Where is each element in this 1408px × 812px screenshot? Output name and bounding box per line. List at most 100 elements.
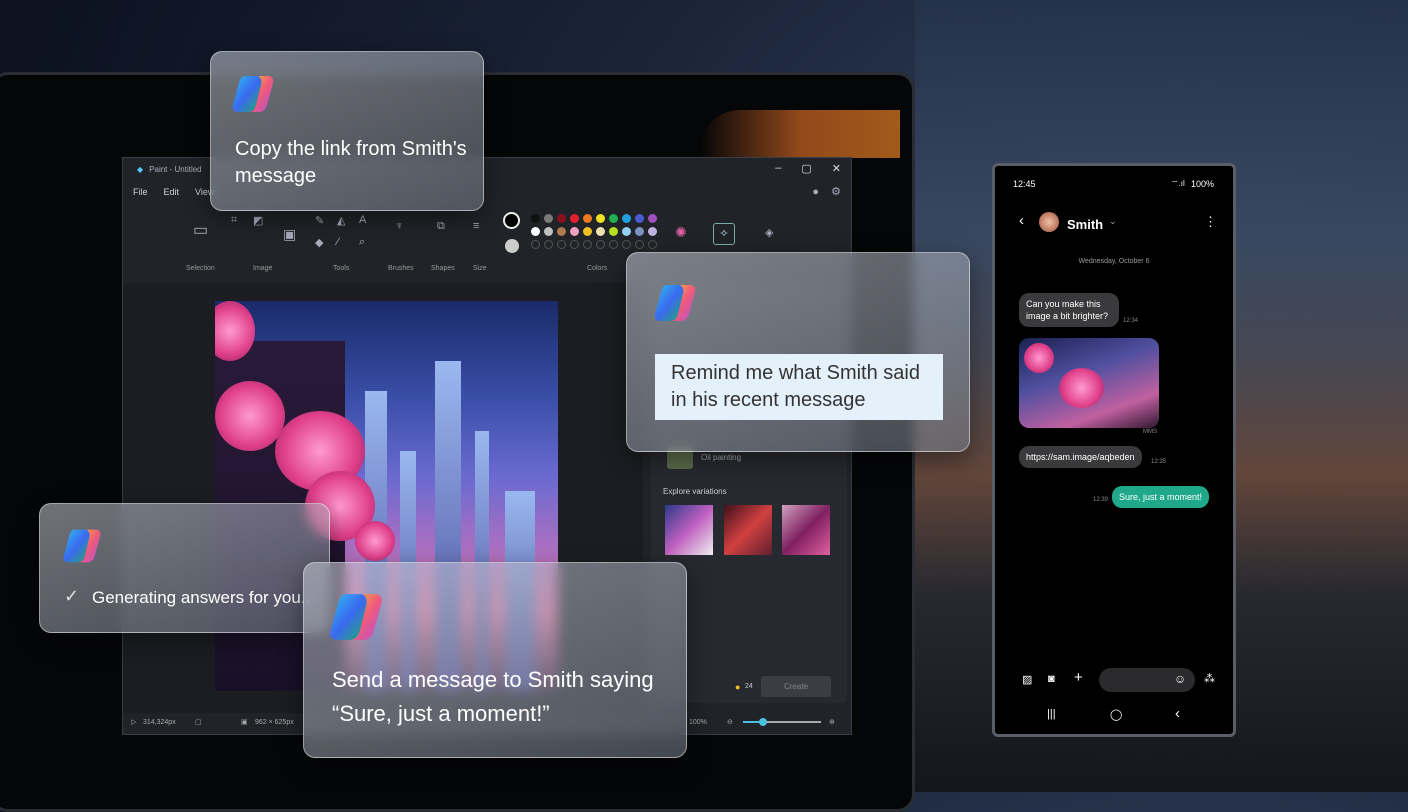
custom-color-slot[interactable] bbox=[531, 240, 540, 249]
copilot-logo-icon bbox=[328, 589, 384, 645]
gallery-icon[interactable]: ▨ bbox=[1022, 673, 1032, 686]
back-nav-icon[interactable]: ‹ bbox=[1175, 705, 1180, 722]
group-label-selection: Selection bbox=[186, 265, 215, 272]
color-swatch[interactable] bbox=[648, 227, 657, 236]
voice-icon[interactable]: ⁂ bbox=[1204, 672, 1215, 685]
emoji-icon[interactable]: ☺ bbox=[1174, 672, 1186, 686]
shapes-icon[interactable]: ⧉ bbox=[437, 220, 445, 233]
credits-count: 24 bbox=[745, 683, 753, 690]
color-swatch[interactable] bbox=[635, 214, 644, 223]
message-time: 12:35 bbox=[1151, 459, 1167, 465]
color-swatch[interactable] bbox=[596, 227, 605, 236]
eraser-icon[interactable]: ◆ bbox=[315, 236, 323, 249]
variation-thumbnail[interactable] bbox=[665, 505, 713, 555]
camera-icon[interactable]: ◙ bbox=[1048, 673, 1055, 685]
color-swatch[interactable] bbox=[557, 227, 566, 236]
color-swatch[interactable] bbox=[544, 214, 553, 223]
pencil-icon[interactable]: ✎ bbox=[315, 214, 324, 227]
group-label-brushes: Brushes bbox=[388, 265, 414, 272]
custom-color-slot[interactable] bbox=[557, 240, 566, 249]
message-time: 12:34 bbox=[1123, 318, 1139, 324]
style-dropdown[interactable]: Oil painting bbox=[701, 453, 741, 462]
add-icon[interactable]: + bbox=[1074, 669, 1083, 686]
zoom-in-icon[interactable]: ⊕ bbox=[829, 718, 835, 726]
color-swatch[interactable] bbox=[622, 227, 631, 236]
copilot-prompt-card: Copy the link from Smith's message bbox=[210, 51, 484, 211]
avatar[interactable] bbox=[1039, 212, 1059, 232]
back-icon[interactable]: ‹ bbox=[1019, 212, 1024, 229]
copilot-prompt-card: Send a message to Smith saying “Sure, ju… bbox=[303, 562, 687, 758]
signal-icon: ⌔.ıl bbox=[1171, 179, 1185, 188]
image-creator-icon[interactable]: ▣ bbox=[283, 226, 296, 243]
custom-color-slot[interactable] bbox=[648, 240, 657, 249]
contact-name[interactable]: Smith bbox=[1067, 217, 1103, 232]
maximize-button[interactable]: ▢ bbox=[801, 162, 811, 175]
battery-level: 100% bbox=[1191, 179, 1215, 189]
brushes-icon[interactable]: ♆ bbox=[395, 220, 403, 232]
size-icon[interactable]: ≡ bbox=[473, 220, 479, 232]
copilot-logo-icon bbox=[231, 72, 275, 116]
color-swatch[interactable] bbox=[557, 214, 566, 223]
custom-color-slot[interactable] bbox=[596, 240, 605, 249]
message-link[interactable]: https://sam.image/aqbeden bbox=[1019, 446, 1142, 468]
menu-edit[interactable]: Edit bbox=[164, 187, 180, 197]
color-swatch[interactable] bbox=[609, 227, 618, 236]
custom-color-slot[interactable] bbox=[544, 240, 553, 249]
secondary-color[interactable] bbox=[505, 239, 519, 253]
create-button[interactable]: Create bbox=[761, 676, 831, 697]
crop-icon[interactable]: ⌗ bbox=[231, 214, 237, 227]
variation-thumbnail[interactable] bbox=[782, 505, 830, 555]
title-bar: ◆ Paint - Untitled bbox=[137, 165, 202, 174]
message-image[interactable] bbox=[1019, 338, 1159, 428]
color-swatch[interactable] bbox=[596, 214, 605, 223]
magnifier-icon[interactable]: ⌕ bbox=[359, 236, 365, 249]
variation-thumbnail[interactable] bbox=[724, 505, 772, 555]
color-swatch[interactable] bbox=[648, 214, 657, 223]
wallpaper-accent bbox=[700, 110, 900, 158]
copilot-logo-icon bbox=[62, 526, 102, 566]
group-label-tools: Tools bbox=[333, 265, 350, 272]
color-swatch[interactable] bbox=[622, 214, 631, 223]
text-icon[interactable]: A bbox=[359, 214, 366, 226]
custom-color-slot[interactable] bbox=[635, 240, 644, 249]
primary-color[interactable] bbox=[503, 212, 520, 229]
edit-colors-icon[interactable]: ✺ bbox=[675, 224, 687, 241]
message-time: 12:39 bbox=[1093, 497, 1109, 503]
custom-color-slot[interactable] bbox=[583, 240, 592, 249]
profile-icon[interactable]: ● bbox=[812, 186, 819, 198]
recents-nav-icon[interactable]: ||| bbox=[1047, 708, 1056, 720]
color-swatch[interactable] bbox=[583, 227, 592, 236]
menu-file[interactable]: File bbox=[133, 187, 148, 197]
zoom-dropdown[interactable]: 100% bbox=[689, 719, 707, 726]
custom-color-slot[interactable] bbox=[570, 240, 579, 249]
copilot-status-card: ✓ Generating answers for you... bbox=[39, 503, 330, 633]
settings-icon[interactable]: ⚙ bbox=[831, 185, 841, 198]
custom-color-slot[interactable] bbox=[622, 240, 631, 249]
home-nav-icon[interactable]: ◯ bbox=[1110, 708, 1122, 721]
zoom-out-icon[interactable]: ⊖ bbox=[727, 718, 733, 726]
color-picker-icon[interactable]: ⁄ bbox=[337, 236, 339, 248]
color-swatch[interactable] bbox=[531, 214, 540, 223]
color-swatch[interactable] bbox=[635, 227, 644, 236]
message-bubble-received[interactable]: Can you make this image a bit brighter? bbox=[1019, 293, 1119, 327]
cocreator-button[interactable]: ✧ bbox=[713, 223, 735, 245]
message-bubble-sent[interactable]: Sure, just a moment! bbox=[1112, 486, 1210, 508]
custom-color-slot[interactable] bbox=[609, 240, 618, 249]
fill-icon[interactable]: ◭ bbox=[337, 214, 345, 227]
zoom-slider[interactable] bbox=[743, 718, 821, 726]
group-label-image: Image bbox=[253, 265, 273, 272]
minimize-button[interactable]: – bbox=[775, 162, 781, 175]
copilot-prompt-card: Remind me what Smith said in his recent … bbox=[626, 252, 970, 452]
close-button[interactable]: ✕ bbox=[832, 162, 841, 175]
color-swatch[interactable] bbox=[531, 227, 540, 236]
color-swatch[interactable] bbox=[609, 214, 618, 223]
rotate-icon[interactable]: ◩ bbox=[253, 214, 263, 227]
more-options-icon[interactable]: ⋮ bbox=[1204, 214, 1217, 230]
color-swatch[interactable] bbox=[570, 227, 579, 236]
color-swatch[interactable] bbox=[583, 214, 592, 223]
chevron-down-icon[interactable]: ⌄ bbox=[1109, 216, 1117, 227]
layers-icon[interactable]: ◈ bbox=[765, 226, 773, 239]
selection-icon[interactable]: ▭ bbox=[193, 220, 208, 240]
color-swatch[interactable] bbox=[544, 227, 553, 236]
color-swatch[interactable] bbox=[570, 214, 579, 223]
